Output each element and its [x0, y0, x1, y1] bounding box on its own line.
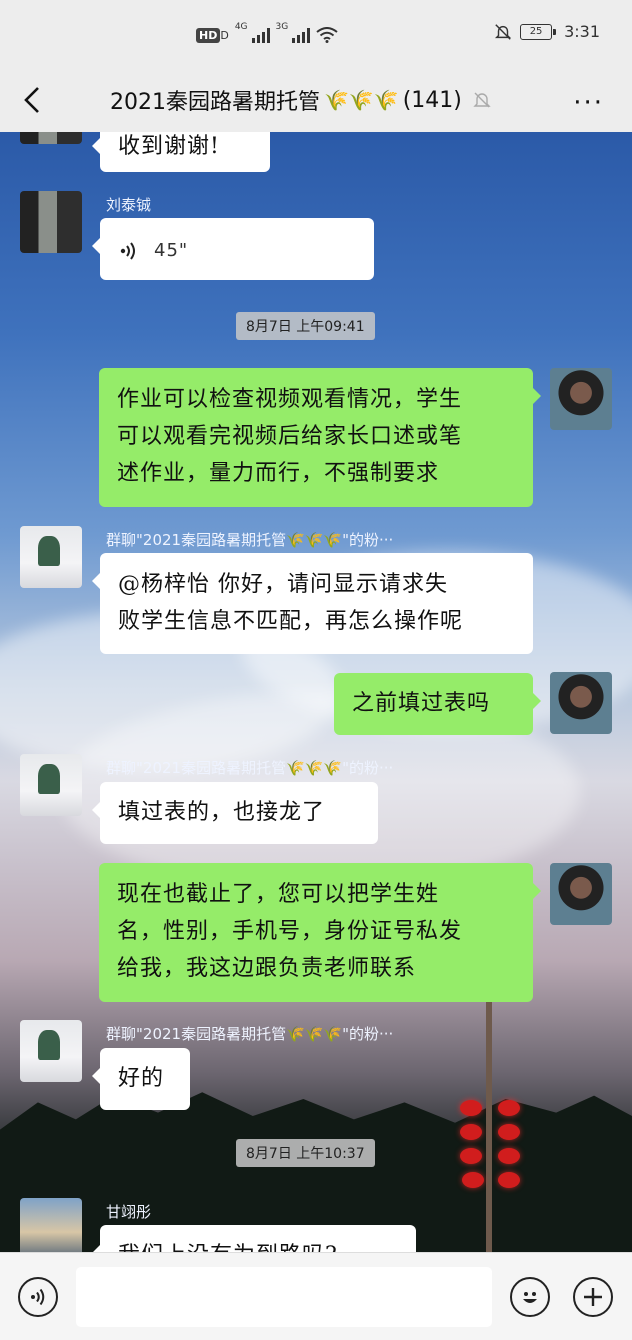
- clock: 3:31: [564, 22, 600, 41]
- message-line: 作业可以检查视频观看情况，学生: [117, 387, 463, 412]
- signal-icon-2: [292, 27, 311, 43]
- message-bubble[interactable]: 我们上没有为到路吗?: [92, 1225, 416, 1252]
- lantern: [498, 1124, 520, 1140]
- sender-name: 甘翊彤: [106, 1203, 152, 1221]
- message-bubble[interactable]: 作业可以检查视频观看情况，学生 可以观看完视频后给家长口述或笔 述作业，量力而行…: [99, 368, 541, 507]
- more-options-button[interactable]: ···: [573, 88, 604, 118]
- lantern: [498, 1172, 520, 1188]
- member-count: (141): [402, 87, 462, 113]
- emoji-icon: [523, 1292, 537, 1303]
- bell-off-icon: [473, 92, 491, 108]
- avatar[interactable]: [550, 863, 612, 925]
- sender-name: 刘泰铖: [106, 196, 152, 214]
- voice-message[interactable]: 45": [92, 218, 374, 280]
- avatar[interactable]: [20, 191, 82, 253]
- voice-duration: 45": [154, 240, 189, 261]
- wifi-icon: [316, 27, 338, 43]
- avatar[interactable]: [20, 1198, 82, 1252]
- message-bubble[interactable]: 之前填过表吗: [334, 673, 541, 735]
- lantern: [460, 1100, 482, 1116]
- lantern: [460, 1148, 482, 1164]
- status-bar: HD D 4G 3G 25 3:31: [0, 0, 632, 70]
- lantern: [498, 1100, 520, 1116]
- message-bubble[interactable]: 填过表的，也接龙了: [92, 782, 378, 844]
- message-line: 给我，我这边跟负责老师联系: [117, 956, 417, 981]
- message-line: 述作业，量力而行，不强制要求: [117, 461, 440, 486]
- message-bubble[interactable]: @杨梓怡 你好，请问显示请求失 败学生信息不匹配，再怎么操作呢: [92, 553, 533, 654]
- signal-icon: [251, 27, 270, 43]
- plus-icon: [584, 1288, 602, 1306]
- sender-name: 群聊"2021秦园路暑期托管🌾🌾🌾"的粉···: [106, 1025, 394, 1043]
- message-line: 名，性别，手机号，身份证号私发: [117, 919, 463, 944]
- avatar[interactable]: [20, 526, 82, 588]
- net-label-2: 3G: [275, 22, 289, 32]
- message-line: @杨梓怡 你好，请问显示请求失: [118, 572, 448, 597]
- lantern: [460, 1124, 482, 1140]
- voice-input-button[interactable]: [18, 1277, 58, 1317]
- message-line: 可以观看完视频后给家长口述或笔: [117, 424, 463, 449]
- wheat-icon: 🌾🌾🌾: [324, 88, 399, 112]
- avatar[interactable]: [550, 672, 612, 734]
- status-right: 25 3:31: [494, 22, 600, 41]
- message-line: 败学生信息不匹配，再怎么操作呢: [118, 609, 464, 634]
- hd-badge: HD: [196, 27, 221, 43]
- timestamp: 8月7日 上午09:41: [236, 312, 375, 340]
- chat-area[interactable]: 收到谢谢! 刘泰铖 45" 8月7日 上午09:41 作业可以检查视频观看情况，…: [0, 132, 632, 1252]
- voice-icon: [31, 1288, 45, 1306]
- hd-sub: D: [220, 28, 229, 42]
- voice-wave-icon: [120, 241, 135, 260]
- street-pole: [486, 1002, 492, 1252]
- battery-icon: 25: [520, 23, 557, 40]
- message-bubble[interactable]: 现在也截止了，您可以把学生姓 名，性别，手机号，身份证号私发 给我，我这边跟负责…: [99, 863, 541, 1002]
- bell-off-icon: [495, 23, 512, 40]
- lantern: [498, 1148, 520, 1164]
- group-name: 2021秦园路暑期托管: [110, 90, 320, 115]
- message-bubble[interactable]: 收到谢谢!: [92, 132, 270, 172]
- network-indicators: HD D 4G 3G: [196, 22, 338, 48]
- add-button[interactable]: [573, 1277, 613, 1317]
- net-label-1: 4G: [234, 22, 248, 32]
- avatar[interactable]: [20, 132, 82, 144]
- avatar[interactable]: [20, 754, 82, 816]
- avatar[interactable]: [20, 1020, 82, 1082]
- chat-header: 2021秦园路暑期托管 🌾🌾🌾 (141) ···: [0, 70, 632, 133]
- lantern: [462, 1172, 484, 1188]
- message-line: 现在也截止了，您可以把学生姓: [117, 882, 440, 907]
- chat-title: 2021秦园路暑期托管 🌾🌾🌾 (141): [110, 84, 492, 116]
- message-bubble[interactable]: 好的: [92, 1048, 190, 1110]
- sender-name: 群聊"2021秦园路暑期托管🌾🌾🌾"的粉···: [106, 759, 394, 777]
- message-input[interactable]: [76, 1267, 492, 1327]
- input-bar: [0, 1252, 632, 1340]
- sender-name: 群聊"2021秦园路暑期托管🌾🌾🌾"的粉···: [106, 531, 394, 549]
- chevron-left-icon[interactable]: [18, 84, 48, 116]
- timestamp: 8月7日 上午10:37: [236, 1139, 375, 1167]
- avatar[interactable]: [550, 368, 612, 430]
- emoji-button[interactable]: [510, 1277, 550, 1317]
